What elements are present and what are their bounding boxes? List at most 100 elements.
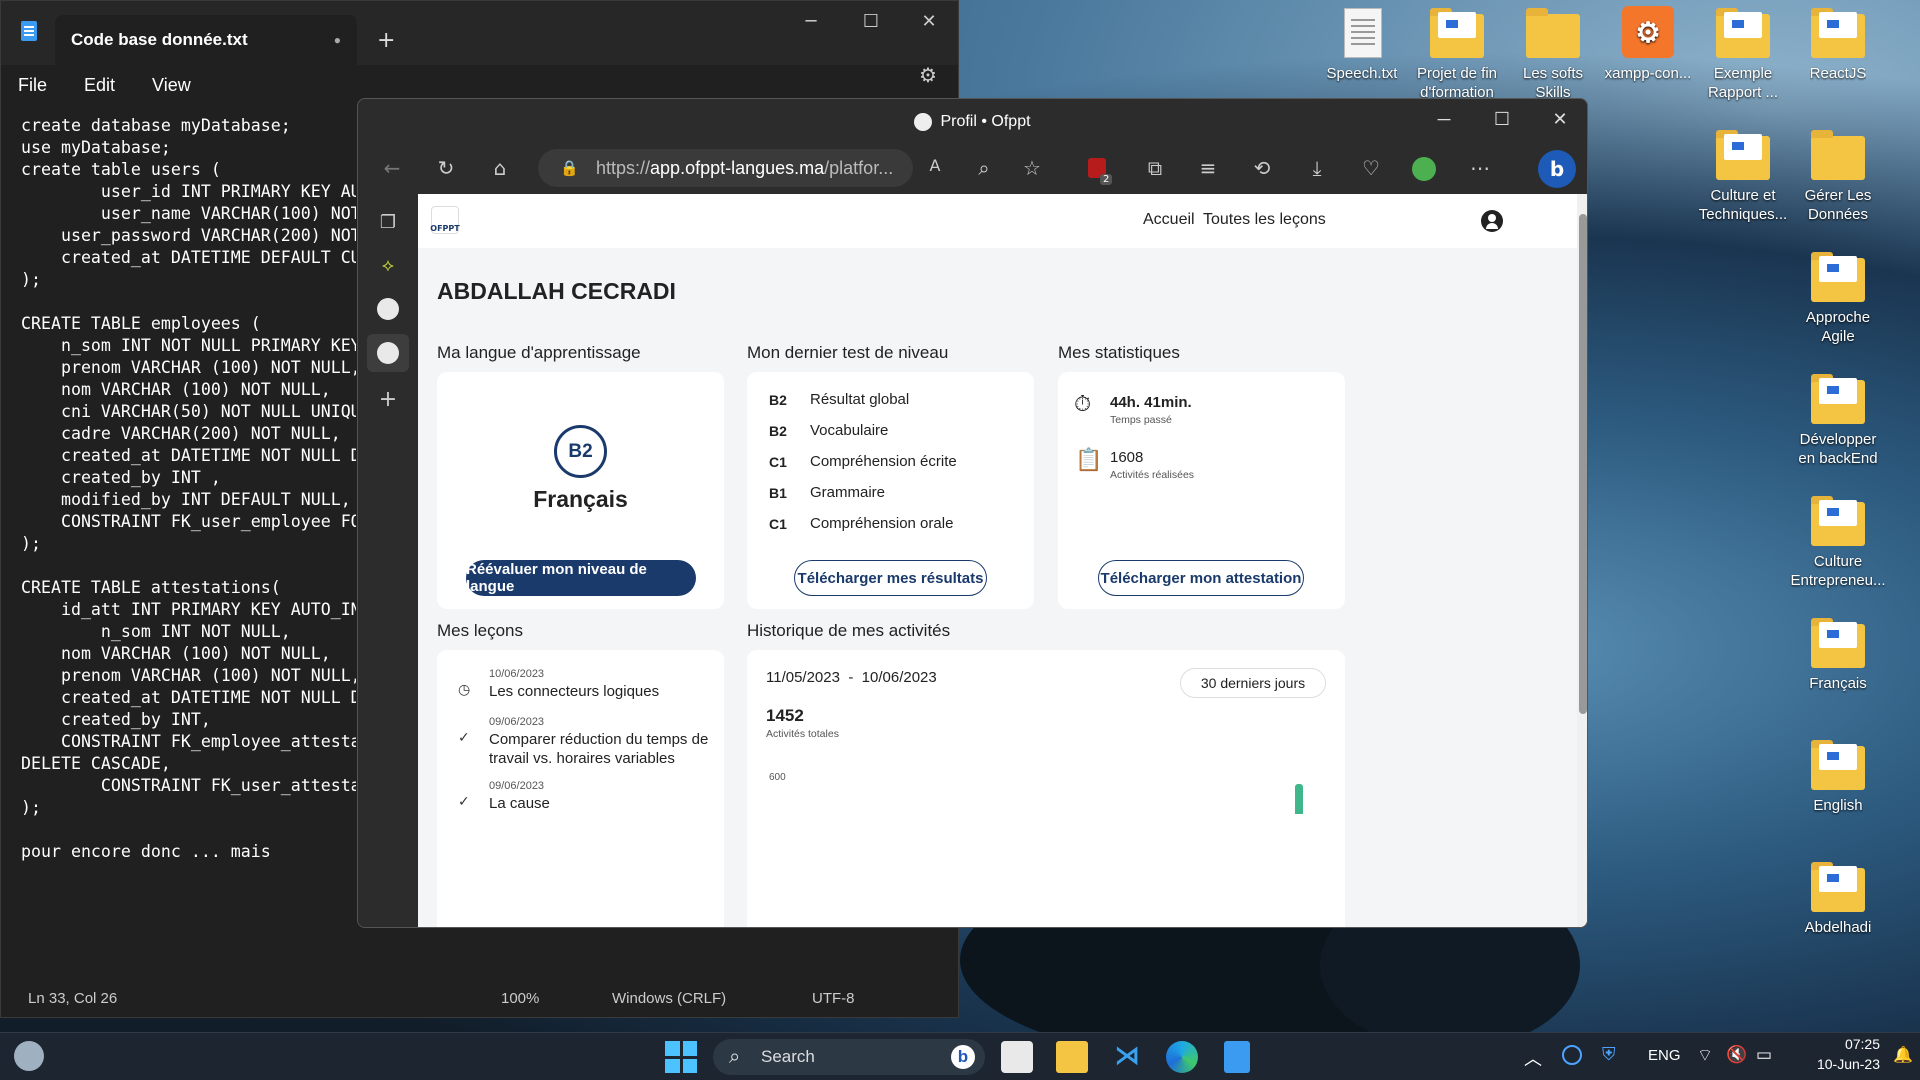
refresh-icon[interactable]: ↻ xyxy=(432,156,460,180)
profile-extension-icon[interactable] xyxy=(1412,157,1436,181)
favorites-icon[interactable]: ≡ xyxy=(1194,156,1222,180)
cursor-position: Ln 33, Col 26 xyxy=(28,989,118,1007)
settings-gear-icon[interactable]: ⚙ xyxy=(919,63,937,88)
lesson-date: 09/06/2023 xyxy=(489,780,545,792)
time-spent-label: Temps passé xyxy=(1110,414,1172,426)
nav-accueil[interactable]: Accueil xyxy=(1143,211,1195,229)
history-period-select[interactable]: 30 derniers jours xyxy=(1180,668,1326,698)
language-indicator[interactable]: ENG xyxy=(1648,1047,1681,1064)
lesson-title: La cause xyxy=(489,795,550,812)
ofppt-logo[interactable]: OFPPT xyxy=(430,206,460,234)
xampp-icon: ⚙ xyxy=(1620,6,1676,58)
desktop-icon[interactable]: Les softs Skills xyxy=(1507,8,1599,102)
desktop-icon[interactable]: Approche Agile xyxy=(1792,252,1884,346)
lessons-section-title: Mes leçons xyxy=(437,621,523,640)
browser-window[interactable]: Profil • Ofppt ─ ☐ ✕ ← ↻ ⌂ 🔒 https://app… xyxy=(357,98,1588,928)
site-navbar: OFPPT Accueil Toutes les leçons xyxy=(418,194,1587,248)
notepad-taskbar-icon[interactable] xyxy=(1224,1041,1250,1073)
history-date-range[interactable]: 11/05/2023 - 10/06/2023 xyxy=(766,669,937,686)
minimize-icon[interactable]: ─ xyxy=(1424,109,1464,130)
address-bar[interactable]: 🔒 https://app.ofppt-langues.ma/platfor..… xyxy=(538,149,913,187)
desktop-icon[interactable]: Gérer Les Données xyxy=(1792,130,1884,224)
desktop-icon[interactable]: Français xyxy=(1792,618,1884,693)
scrollbar-thumb[interactable] xyxy=(1579,214,1587,714)
desktop-icon[interactable]: Culture Entrepreneu... xyxy=(1790,496,1886,590)
edge-icon[interactable] xyxy=(1166,1041,1198,1073)
browser-titlebar[interactable]: Profil • Ofppt ─ ☐ ✕ xyxy=(358,99,1587,144)
new-tab-button[interactable]: + xyxy=(377,28,395,53)
chevron-up-icon[interactable]: ︿ xyxy=(1524,1045,1542,1071)
wifi-icon[interactable]: ⌔ xyxy=(1697,1045,1713,1066)
clock-app-icon[interactable] xyxy=(1562,1045,1582,1065)
home-icon[interactable]: ⌂ xyxy=(486,156,514,180)
menu-file[interactable]: File xyxy=(18,75,47,96)
reevaluate-button[interactable]: Réévaluer mon niveau de langue xyxy=(466,560,696,596)
page-scrollbar[interactable] xyxy=(1577,194,1587,927)
tab-actions-icon[interactable]: ❐ xyxy=(377,212,399,234)
vscode-icon[interactable]: ⋊ xyxy=(1111,1041,1143,1073)
weather-icon[interactable] xyxy=(14,1041,44,1071)
add-tab-icon[interactable]: + xyxy=(377,387,399,412)
desktop-icon[interactable]: Exemple Rapport ... xyxy=(1697,8,1789,102)
desktop-icon-label: Gérer Les Données xyxy=(1804,187,1872,223)
read-aloud-icon[interactable]: A xyxy=(921,156,949,175)
close-icon[interactable]: ✕ xyxy=(1540,109,1580,130)
favorite-star-icon[interactable]: ☆ xyxy=(1018,156,1046,180)
lock-icon[interactable]: 🔒 xyxy=(560,159,579,177)
bing-icon[interactable]: b xyxy=(1538,150,1576,188)
desktop-icon[interactable]: ⚙ xampp-con... xyxy=(1602,6,1694,83)
desktop-icon[interactable]: ReactJS xyxy=(1792,8,1884,83)
battery-icon[interactable]: ▭ xyxy=(1756,1045,1772,1065)
desktop-icon[interactable]: Développer en backEnd xyxy=(1792,374,1884,468)
notepad-tab[interactable]: Code base donnée.txt ● xyxy=(55,15,357,65)
download-attestation-button[interactable]: Télécharger mon attestation xyxy=(1098,560,1304,596)
minimize-icon[interactable]: ─ xyxy=(791,11,831,32)
web-page: OFPPT Accueil Toutes les leçons ABDALLAH… xyxy=(418,194,1587,927)
maximize-icon[interactable]: ☐ xyxy=(851,11,891,32)
notepad-titlebar[interactable]: Code base donnée.txt ● + ─ ☐ ✕ xyxy=(1,1,958,65)
nav-all-lessons[interactable]: Toutes les leçons xyxy=(1203,211,1326,229)
url-prefix: https:// xyxy=(596,157,651,178)
mute-icon[interactable]: 🔇 xyxy=(1726,1045,1747,1065)
clock-time[interactable]: 07:25 xyxy=(1806,1036,1880,1052)
unsaved-dot-icon[interactable]: ● xyxy=(334,33,341,47)
notepad-tab-title: Code base donnée.txt xyxy=(71,30,248,49)
bing-search-icon[interactable]: b xyxy=(951,1045,975,1069)
folder-icon xyxy=(1810,8,1866,58)
extensions-icon[interactable]: ⧉ xyxy=(1141,156,1169,180)
store-icon[interactable] xyxy=(1001,1041,1033,1073)
notepad-editor[interactable]: create database myDatabase; use myDataba… xyxy=(21,115,356,863)
activities-done-label: Activités réalisées xyxy=(1110,469,1195,481)
desktop-icon[interactable]: Speech.txt xyxy=(1316,8,1408,83)
encoding[interactable]: UTF-8 xyxy=(812,990,855,1007)
menu-edit[interactable]: Edit xyxy=(84,75,115,96)
maximize-icon[interactable]: ☐ xyxy=(1482,109,1522,130)
download-icon[interactable]: ⤓ xyxy=(1303,156,1331,180)
back-icon[interactable]: ← xyxy=(378,156,406,180)
sidebar-app-icon[interactable]: ⟡ xyxy=(377,255,399,277)
download-results-button[interactable]: Télécharger mes résultats xyxy=(794,560,987,596)
more-icon[interactable]: ⋯ xyxy=(1466,156,1494,180)
zoom-level[interactable]: 100% xyxy=(501,990,539,1007)
close-icon[interactable]: ✕ xyxy=(909,11,949,32)
notifications-icon[interactable]: 🔔 xyxy=(1893,1045,1913,1065)
desktop-icon[interactable]: Abdelhadi xyxy=(1792,862,1884,937)
clock-icon: ◷ xyxy=(458,682,471,698)
desktop-icon[interactable]: Culture et Techniques... xyxy=(1697,130,1789,224)
desktop-icon[interactable]: Projet de fin d'formation xyxy=(1411,8,1503,102)
history-icon[interactable]: ⟲ xyxy=(1248,156,1276,180)
user-account-icon[interactable] xyxy=(1481,210,1503,232)
desktop-icon[interactable]: English xyxy=(1792,740,1884,815)
line-ending[interactable]: Windows (CRLF) xyxy=(612,990,726,1007)
file-explorer-icon[interactable] xyxy=(1056,1041,1088,1073)
menu-view[interactable]: View xyxy=(152,75,191,96)
browser-sidebar: ❐ ⟡ + xyxy=(358,194,418,927)
security-shield-icon[interactable]: ⛨ xyxy=(1602,1044,1616,1065)
clock-date[interactable]: 10-Jun-23 xyxy=(1796,1056,1880,1072)
sidebar-tab-ofppt-active-icon[interactable] xyxy=(377,342,399,364)
sidebar-tab-ofppt-icon[interactable] xyxy=(377,298,399,320)
start-icon[interactable] xyxy=(665,1041,697,1073)
zoom-icon[interactable]: ⌕ xyxy=(970,156,998,180)
taskbar-search[interactable]: ⌕ Search b xyxy=(713,1039,985,1075)
performance-icon[interactable]: ♡ xyxy=(1357,156,1385,180)
